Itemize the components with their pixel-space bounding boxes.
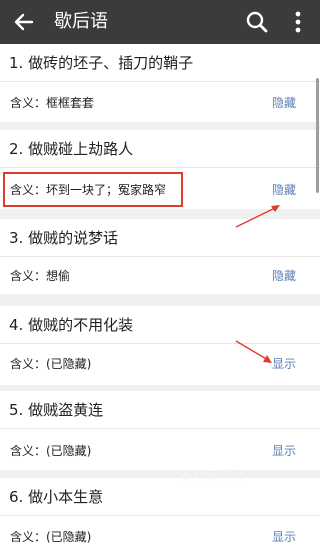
- entry-meaning: 含义：(已隐藏): [10, 530, 92, 544]
- more-vert-icon[interactable]: [290, 9, 306, 35]
- entry-meaning: 含义：(已隐藏): [10, 357, 92, 371]
- entry-header: 5. 做贼盗黄连: [0, 391, 320, 429]
- search-icon[interactable]: [244, 9, 270, 35]
- list-item: 3. 做贼的说梦话 含义：想偷 隐藏: [0, 219, 320, 294]
- toggle-meaning-button[interactable]: 显示: [272, 442, 296, 459]
- page-title: 歇后语: [54, 11, 108, 32]
- back-arrow-icon[interactable]: [10, 8, 38, 36]
- toggle-meaning-button[interactable]: 隐藏: [272, 94, 296, 111]
- list-item: 6. 做小本生意 含义：(已隐藏) 显示: [0, 478, 320, 549]
- entry-title: 2. 做贼碰上劫路人: [9, 140, 134, 158]
- entry-title: 1. 做砖的坯子、插刀的鞘子: [9, 54, 194, 72]
- entry-header: 1. 做砖的坯子、插刀的鞘子: [0, 44, 320, 82]
- entry-header: 4. 做贼的不用化装: [0, 306, 320, 344]
- entry-header: 2. 做贼碰上劫路人: [0, 130, 320, 168]
- entry-meaning: 含义：(已隐藏): [10, 444, 92, 458]
- toggle-meaning-button[interactable]: 隐藏: [272, 267, 296, 284]
- entry-title: 3. 做贼的说梦话: [9, 229, 119, 247]
- list-item: 1. 做砖的坯子、插刀的鞘子 含义：框框套套 隐藏: [0, 44, 320, 122]
- highlight-box: [3, 172, 183, 207]
- entry-title: 5. 做贼盗黄连: [9, 401, 104, 419]
- app-bar: 歇后语: [0, 0, 320, 44]
- list-item: 4. 做贼的不用化装 含义：(已隐藏) 显示: [0, 306, 320, 385]
- toggle-meaning-button[interactable]: 隐藏: [272, 181, 296, 198]
- entry-meaning: 含义：想偷: [10, 269, 71, 283]
- toggle-meaning-button[interactable]: 显示: [272, 355, 296, 372]
- entry-title: 4. 做贼的不用化装: [9, 316, 134, 334]
- entry-header: 3. 做贼的说梦话: [0, 219, 320, 257]
- toggle-meaning-button[interactable]: 显示: [272, 528, 296, 545]
- entry-header: 6. 做小本生意: [0, 478, 320, 516]
- scrollbar[interactable]: [316, 78, 319, 193]
- watermark-text: 搬动安卓网: [180, 468, 246, 482]
- list-item: 5. 做贼盗黄连 含义：(已隐藏) 显示: [0, 391, 320, 470]
- entry-meaning: 含义：框框套套: [10, 96, 95, 110]
- entry-title: 6. 做小本生意: [9, 488, 104, 506]
